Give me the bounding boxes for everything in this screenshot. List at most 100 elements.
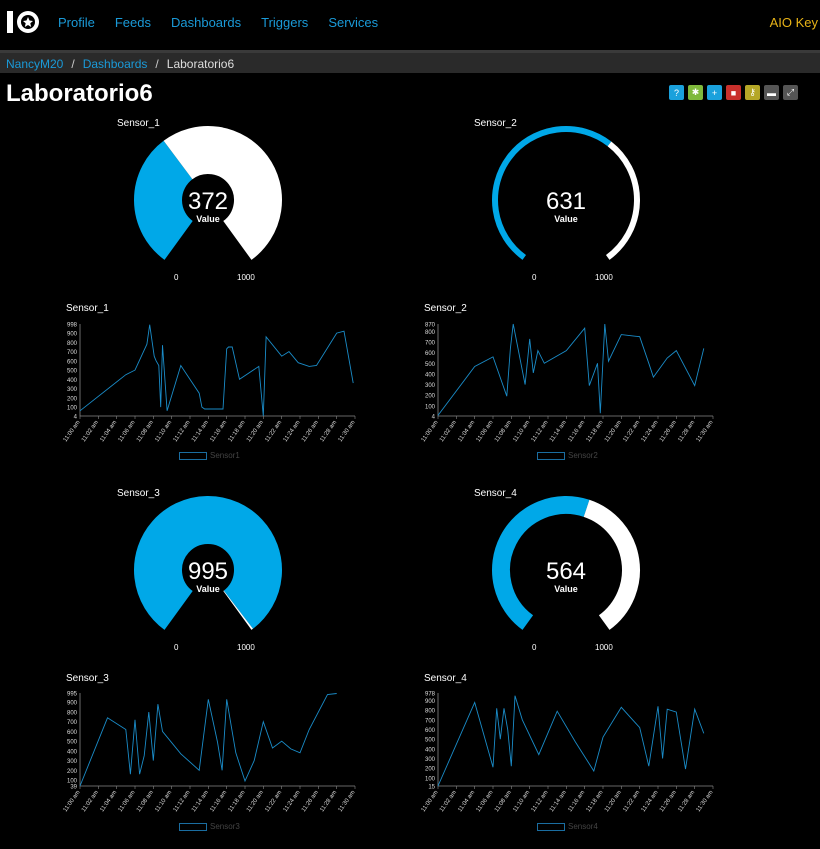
gauge-value-label: Value <box>554 214 578 224</box>
x-tick-label: 11:28 am <box>319 790 338 814</box>
x-tick-label: 11:12 am <box>173 420 192 444</box>
dashboard-toolbar: ? ✱ + ■ ⚷ ▬ ⤢ <box>669 85 798 100</box>
series-line-sensor1 <box>79 324 354 417</box>
y-tick-label: 100 <box>425 776 436 782</box>
x-tick-label: 11:04 am <box>457 790 476 814</box>
x-tick-label: 11:06 am <box>118 790 137 814</box>
x-tick-label: 11:10 am <box>154 790 173 814</box>
y-tick-label: 800 <box>425 709 436 715</box>
series-line-sensor3 <box>79 693 337 787</box>
gauge-min-label: 0 <box>174 643 179 652</box>
y-tick-label: 600 <box>67 359 78 365</box>
y-tick-label: 870 <box>425 323 436 329</box>
legend-label: Sensor3 <box>210 822 240 831</box>
gauge-value: 372 <box>187 188 229 215</box>
help-button[interactable]: ? <box>669 85 684 100</box>
chart-legend: Sensor2 <box>537 451 598 460</box>
main-nav: Profile Feeds Dashboards Triggers Services <box>58 15 398 30</box>
lock-icon: ▬ <box>767 87 776 98</box>
chart-title: Sensor_4 <box>424 673 467 684</box>
series-line-sensor2 <box>437 323 705 416</box>
y-tick-label: 700 <box>425 718 436 724</box>
gauge-value: 631 <box>545 188 587 215</box>
nav-link-profile[interactable]: Profile <box>58 15 95 30</box>
x-tick-label: 11:14 am <box>549 790 568 814</box>
x-tick-label: 11:08 am <box>494 790 513 814</box>
x-tick-label: 11:24 am <box>283 790 302 814</box>
aio-key-link[interactable]: AIO Key <box>770 15 818 30</box>
x-tick-label: 11:04 am <box>457 420 476 444</box>
lock-button[interactable]: ▬ <box>764 85 779 100</box>
legend-swatch <box>179 822 207 831</box>
x-tick-label: 11:18 am <box>228 790 247 814</box>
x-tick-label: 11:10 am <box>512 420 531 444</box>
y-tick-label: 500 <box>425 738 436 744</box>
chart-axis <box>437 324 713 417</box>
nav-link-dashboards[interactable]: Dashboards <box>171 15 241 30</box>
breadcrumb: NancyM20 / Dashboards / Laboratorio6 <box>0 50 820 73</box>
y-tick-label: 800 <box>67 341 78 347</box>
x-tick-label: 11:16 am <box>567 420 586 444</box>
x-tick-label: 11:20 am <box>246 790 265 814</box>
y-tick-label: 300 <box>67 759 78 765</box>
nav-link-services[interactable]: Services <box>328 15 378 30</box>
y-tick-label: 300 <box>67 387 78 393</box>
x-tick-label: 11:22 am <box>264 420 283 444</box>
legend-swatch <box>179 451 207 460</box>
plus-button[interactable]: + <box>707 85 722 100</box>
y-tick-label: 900 <box>425 699 436 705</box>
expand-icon: ⤢ <box>786 87 795 97</box>
gauge-max-label: 1000 <box>595 273 613 282</box>
x-tick-label: 11:24 am <box>283 420 302 444</box>
y-tick-label: 400 <box>425 747 436 753</box>
chart-title: Sensor_1 <box>66 303 109 314</box>
x-tick-label: 11:26 am <box>301 420 320 444</box>
y-tick-label: 800 <box>425 330 436 336</box>
gauge-value-label: Value <box>196 214 220 224</box>
gauge-value-label: Value <box>196 584 220 594</box>
x-tick-label: 11:24 am <box>641 420 660 444</box>
gear-button[interactable]: ✱ <box>688 85 703 100</box>
line-chart-sensor1: 998900800700600500400300200100411:00 am 1… <box>63 323 357 444</box>
y-tick-label: 600 <box>425 728 436 734</box>
gauge-title: Sensor_4 <box>474 488 517 499</box>
y-tick-label: 600 <box>425 351 436 357</box>
key-button[interactable]: ⚷ <box>745 85 760 100</box>
x-tick-label: 11:28 am <box>677 420 696 444</box>
chart-axis <box>79 693 355 787</box>
nav-link-feeds[interactable]: Feeds <box>115 15 151 30</box>
y-tick-label: 300 <box>425 383 436 389</box>
trash-button[interactable]: ■ <box>726 85 741 100</box>
breadcrumb-user[interactable]: NancyM20 <box>6 57 63 71</box>
line-chart-sensor4: 9789008007006005004003002001001511:00 am… <box>421 692 715 814</box>
chart-title: Sensor_3 <box>66 673 109 684</box>
y-tick-label: 100 <box>425 404 436 410</box>
x-tick-label: 11:26 am <box>301 790 320 814</box>
gauge-remaining-arc <box>223 590 253 630</box>
nav-link-triggers[interactable]: Triggers <box>261 15 308 30</box>
legend-label: Sensor4 <box>568 822 598 831</box>
x-tick-label: 11:14 am <box>191 420 210 444</box>
x-tick-label: 11:22 am <box>264 790 283 814</box>
y-tick-label: 900 <box>67 701 78 707</box>
adafruit-io-logo-icon[interactable] <box>6 8 44 36</box>
x-tick-label: 11:14 am <box>191 790 210 814</box>
breadcrumb-separator: / <box>155 57 159 71</box>
y-tick-label: 700 <box>67 720 78 726</box>
x-tick-label: 11:26 am <box>659 420 678 444</box>
gauge-value: 995 <box>187 558 229 585</box>
chart-title: Sensor_2 <box>424 303 467 314</box>
x-tick-label: 11:02 am <box>439 790 458 814</box>
gauge-max-label: 1000 <box>237 643 255 652</box>
top-navbar: Profile Feeds Dashboards Triggers Services A… <box>0 0 820 50</box>
legend-swatch <box>537 451 565 460</box>
x-tick-label: 11:28 am <box>677 790 696 814</box>
gauge-max-label: 1000 <box>237 273 255 282</box>
gauge-min-label: 0 <box>532 273 537 282</box>
gauge-value: 564 <box>545 558 587 585</box>
breadcrumb-separator: / <box>71 57 75 71</box>
expand-button[interactable]: ⤢ <box>783 85 798 100</box>
legend-swatch <box>537 822 565 831</box>
breadcrumb-dashboards[interactable]: Dashboards <box>83 57 148 71</box>
x-tick-label: 11:04 am <box>99 420 118 444</box>
